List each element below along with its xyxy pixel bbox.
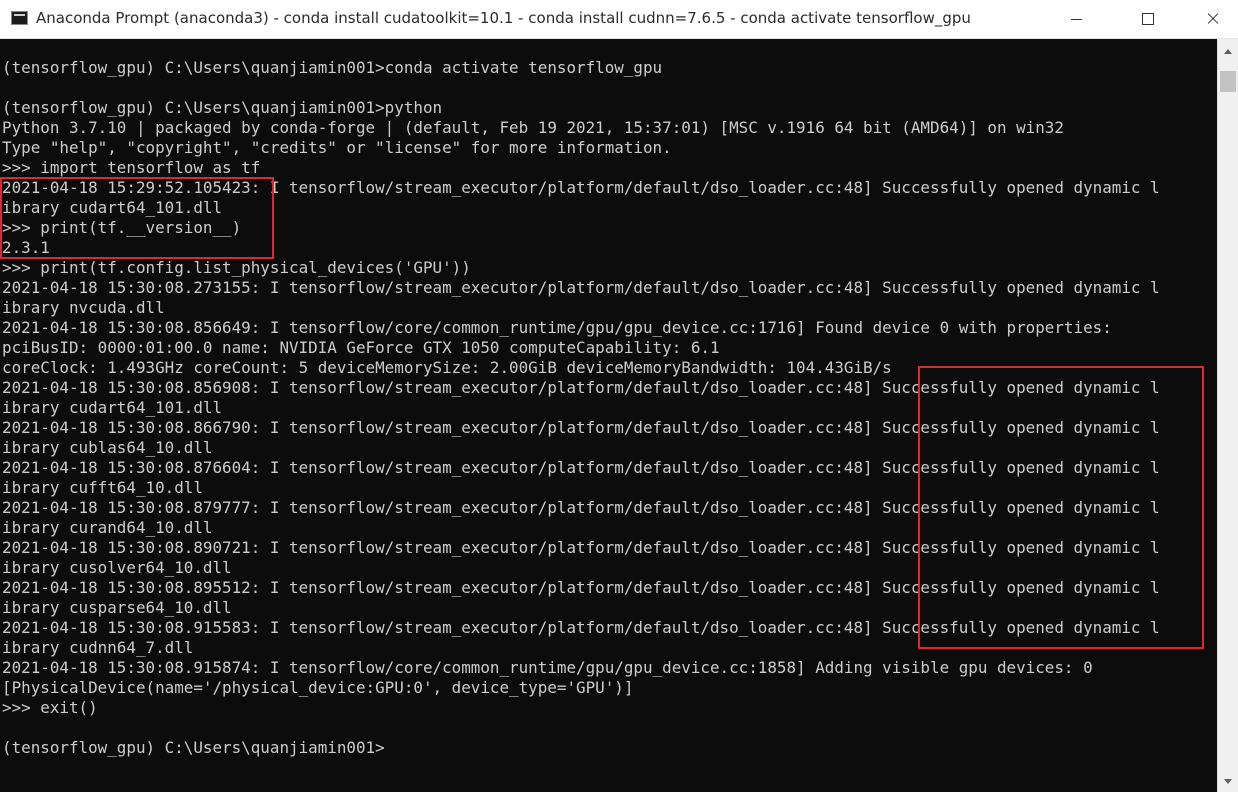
console-line: 2021-04-18 15:30:08.876604: I tensorflow… bbox=[2, 458, 1160, 477]
console-line: ibrary cusparse64_10.dll bbox=[2, 598, 232, 617]
console-output[interactable]: (tensorflow_gpu) C:\Users\quanjiamin001>… bbox=[0, 39, 1217, 792]
console-line: >>> print(tf.__version__) bbox=[2, 218, 242, 237]
console-line: ibrary cudnn64_7.dll bbox=[2, 638, 194, 657]
console-lines: (tensorflow_gpu) C:\Users\quanjiamin001>… bbox=[2, 58, 1160, 758]
console-line: 2021-04-18 15:30:08.915874: I tensorflow… bbox=[2, 658, 1093, 677]
console-line: ibrary nvcuda.dll bbox=[2, 298, 165, 317]
close-button[interactable] bbox=[1190, 0, 1236, 38]
console-line: 2021-04-18 15:30:08.866790: I tensorflow… bbox=[2, 418, 1160, 437]
maximize-button[interactable] bbox=[1125, 0, 1171, 38]
vertical-scrollbar[interactable] bbox=[1217, 39, 1238, 792]
scroll-thumb[interactable] bbox=[1220, 71, 1236, 92]
console-line: Type "help", "copyright", "credits" or "… bbox=[2, 138, 672, 157]
console-line: ibrary cusolver64_10.dll bbox=[2, 558, 232, 577]
console-line: pciBusID: 0000:01:00.0 name: NVIDIA GeFo… bbox=[2, 338, 720, 357]
window-title: Anaconda Prompt (anaconda3) - conda inst… bbox=[36, 9, 971, 27]
console-line: ibrary curand64_10.dll bbox=[2, 518, 213, 537]
console-line: 2.3.1 bbox=[2, 238, 50, 257]
console-line: 2021-04-18 15:30:08.915583: I tensorflow… bbox=[2, 618, 1160, 637]
console-line: ibrary cudart64_101.dll bbox=[2, 398, 223, 417]
title-bar[interactable]: Anaconda Prompt (anaconda3) - conda inst… bbox=[0, 0, 1238, 39]
console-line: (tensorflow_gpu) C:\Users\quanjiamin001>… bbox=[2, 98, 443, 117]
console-line: 2021-04-18 15:30:08.273155: I tensorflow… bbox=[2, 278, 1160, 297]
console-line: 2021-04-18 15:29:52.105423: I tensorflow… bbox=[2, 178, 1160, 197]
console-line: (tensorflow_gpu) C:\Users\quanjiamin001>… bbox=[2, 58, 663, 77]
console-line: ibrary cudart64_101.dll bbox=[2, 198, 223, 217]
console-line: ibrary cufft64_10.dll bbox=[2, 478, 203, 497]
console-line: >>> import tensorflow as tf bbox=[2, 158, 261, 177]
console-icon bbox=[11, 11, 28, 25]
console-line: 2021-04-18 15:30:08.856649: I tensorflow… bbox=[2, 318, 1112, 337]
console-line: 2021-04-18 15:30:08.856908: I tensorflow… bbox=[2, 378, 1160, 397]
console-line: [PhysicalDevice(name='/physical_device:G… bbox=[2, 678, 634, 697]
minimize-button[interactable] bbox=[1054, 0, 1100, 38]
scroll-down-icon[interactable] bbox=[1224, 779, 1232, 784]
console-line: Python 3.7.10 | packaged by conda-forge … bbox=[2, 118, 1064, 137]
console-line: >>> exit() bbox=[2, 698, 98, 717]
console-line: 2021-04-18 15:30:08.879777: I tensorflow… bbox=[2, 498, 1160, 517]
console-line: (tensorflow_gpu) C:\Users\quanjiamin001> bbox=[2, 738, 385, 757]
scroll-up-icon[interactable] bbox=[1224, 49, 1232, 54]
console-line: >>> print(tf.config.list_physical_device… bbox=[2, 258, 471, 277]
console-line: coreClock: 1.493GHz coreCount: 5 deviceM… bbox=[2, 358, 892, 377]
console-line: 2021-04-18 15:30:08.895512: I tensorflow… bbox=[2, 578, 1160, 597]
console-line: 2021-04-18 15:30:08.890721: I tensorflow… bbox=[2, 538, 1160, 557]
console-line: ibrary cublas64_10.dll bbox=[2, 438, 213, 457]
